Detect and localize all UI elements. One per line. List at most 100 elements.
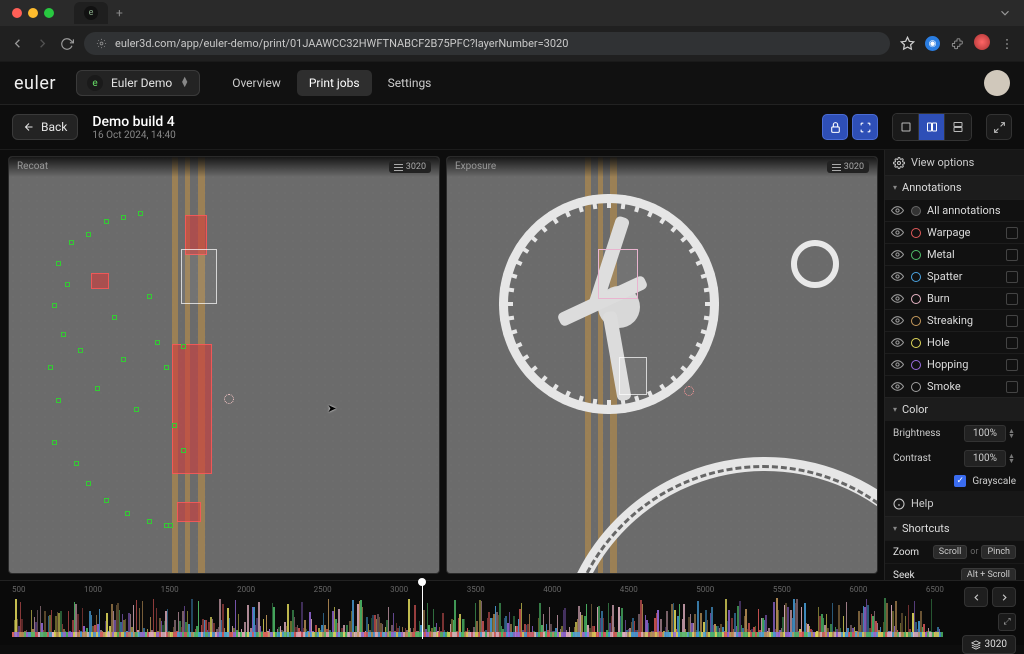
nav-settings[interactable]: Settings bbox=[376, 70, 444, 96]
shortcut-zoom: Zoom ScrollorPinch bbox=[885, 540, 1024, 563]
profile-icon[interactable] bbox=[974, 34, 990, 53]
annotation-row[interactable]: Metal bbox=[885, 243, 1024, 265]
swatch-icon bbox=[911, 272, 921, 282]
annotation-row[interactable]: Burn bbox=[885, 287, 1024, 309]
annotation-row[interactable]: Warpage bbox=[885, 221, 1024, 243]
exposure-view[interactable]: Exposure 3020 bbox=[446, 156, 878, 574]
annotation-row-all[interactable]: All annotations bbox=[885, 199, 1024, 221]
eye-icon[interactable] bbox=[891, 204, 905, 217]
annotation-label: Hole bbox=[927, 336, 1000, 349]
eye-icon[interactable] bbox=[891, 380, 905, 393]
bookmark-icon[interactable] bbox=[900, 36, 915, 51]
chevron-down-icon: ▾ bbox=[893, 405, 897, 414]
eye-icon[interactable] bbox=[891, 248, 905, 261]
chevron-down-icon[interactable] bbox=[986, 6, 1024, 20]
eye-icon[interactable] bbox=[891, 336, 905, 349]
maximize-window-icon[interactable] bbox=[44, 8, 54, 18]
swatch-icon bbox=[911, 294, 921, 304]
cursor-icon: ➤ bbox=[327, 402, 336, 415]
minimize-window-icon[interactable] bbox=[28, 8, 38, 18]
annotation-settings-button[interactable] bbox=[1006, 359, 1018, 371]
annotation-settings-button[interactable] bbox=[1006, 315, 1018, 327]
fullscreen-button[interactable] bbox=[986, 114, 1012, 140]
annotation-settings-button[interactable] bbox=[1006, 293, 1018, 305]
extension-icon[interactable]: ◉ bbox=[925, 36, 940, 51]
focus-button[interactable] bbox=[852, 114, 878, 140]
eye-icon[interactable] bbox=[891, 314, 905, 327]
app-logo: euler bbox=[14, 73, 56, 94]
site-info-icon bbox=[96, 38, 107, 49]
chevron-down-icon: ▾ bbox=[893, 183, 897, 192]
checkbox-checked-icon[interactable]: ✓ bbox=[954, 475, 966, 487]
timeline[interactable]: 5001000150020002500300035004000450050005… bbox=[0, 580, 1024, 645]
grayscale-row[interactable]: ✓ Grayscale bbox=[885, 471, 1024, 491]
contrast-stepper[interactable]: ▲▼ bbox=[1008, 454, 1016, 464]
swatch-icon bbox=[911, 338, 921, 348]
forward-icon[interactable] bbox=[35, 36, 50, 51]
back-icon[interactable] bbox=[10, 36, 25, 51]
prev-layer-button[interactable] bbox=[964, 587, 988, 607]
layout-split-button[interactable] bbox=[919, 114, 945, 140]
crosshair-icon bbox=[859, 121, 872, 134]
annotation-row[interactable]: Smoke bbox=[885, 375, 1024, 397]
extensions-icon[interactable] bbox=[950, 37, 964, 51]
timeline-fit-button[interactable]: ⤢ bbox=[998, 613, 1016, 631]
layout-stack-button[interactable] bbox=[945, 114, 971, 140]
back-button[interactable]: Back bbox=[12, 114, 78, 140]
annotation-label: Hopping bbox=[927, 358, 1000, 371]
annotation-label: Smoke bbox=[927, 380, 1000, 393]
annotation-settings-button[interactable] bbox=[1006, 271, 1018, 283]
eye-icon[interactable] bbox=[891, 358, 905, 371]
page-header: Back Demo build 4 16 Oct 2024, 14:40 bbox=[0, 105, 1024, 150]
menu-icon[interactable] bbox=[1000, 37, 1014, 51]
new-tab-button[interactable]: + bbox=[108, 6, 131, 20]
gear-icon bbox=[893, 157, 905, 169]
page-subtitle: 16 Oct 2024, 14:40 bbox=[92, 130, 175, 141]
brightness-stepper[interactable]: ▲▼ bbox=[1008, 429, 1016, 439]
brightness-label: Brightness bbox=[893, 428, 941, 439]
swatch-icon bbox=[911, 250, 921, 260]
nav-print-jobs[interactable]: Print jobs bbox=[297, 70, 372, 96]
annotation-row[interactable]: Hole bbox=[885, 331, 1024, 353]
recoat-layer-badge: 3020 bbox=[389, 161, 431, 173]
close-window-icon[interactable] bbox=[12, 8, 22, 18]
annotation-settings-button[interactable] bbox=[1006, 249, 1018, 261]
timeline-graph[interactable] bbox=[12, 597, 944, 637]
contrast-row: Contrast 100% ▲▼ bbox=[885, 446, 1024, 471]
playhead[interactable] bbox=[422, 581, 423, 639]
brightness-value[interactable]: 100% bbox=[964, 425, 1006, 442]
eye-icon[interactable] bbox=[891, 226, 905, 239]
annotation-settings-button[interactable] bbox=[1006, 337, 1018, 349]
shortcuts-toggle[interactable]: ▾Shortcuts bbox=[885, 516, 1024, 540]
current-layer-badge[interactable]: 3020 bbox=[962, 635, 1016, 654]
layout-single-button[interactable] bbox=[893, 114, 919, 140]
views-container: Recoat 3020 ➤ Exposure 3020 bbox=[0, 150, 884, 580]
workspace-selector[interactable]: e Euler Demo ▲▼ bbox=[76, 70, 200, 96]
eye-icon[interactable] bbox=[891, 270, 905, 283]
color-toggle[interactable]: ▾Color bbox=[885, 397, 1024, 421]
swatch-icon bbox=[911, 316, 921, 326]
address-bar[interactable]: euler3d.com/app/euler-demo/print/01JAAWC… bbox=[84, 32, 890, 55]
reload-icon[interactable] bbox=[60, 37, 74, 51]
app-bar: euler e Euler Demo ▲▼ Overview Print job… bbox=[0, 62, 1024, 105]
annotation-row[interactable]: Hopping bbox=[885, 353, 1024, 375]
avatar[interactable] bbox=[984, 70, 1010, 96]
annotation-settings-button[interactable] bbox=[1006, 227, 1018, 239]
annotations-toggle[interactable]: ▾Annotations bbox=[885, 175, 1024, 199]
lock-button[interactable] bbox=[822, 114, 848, 140]
eye-icon[interactable] bbox=[891, 292, 905, 305]
nav-overview[interactable]: Overview bbox=[220, 70, 293, 96]
annotation-label: Burn bbox=[927, 292, 1000, 305]
timeline-controls: ⤢ 3020 bbox=[962, 587, 1016, 654]
app-nav: Overview Print jobs Settings bbox=[220, 70, 443, 96]
annotation-settings-button[interactable] bbox=[1006, 381, 1018, 393]
annotation-row[interactable]: Streaking bbox=[885, 309, 1024, 331]
expand-icon bbox=[993, 121, 1006, 134]
contrast-value[interactable]: 100% bbox=[964, 450, 1006, 467]
browser-tab[interactable]: e bbox=[74, 2, 108, 24]
recoat-view[interactable]: Recoat 3020 ➤ bbox=[8, 156, 440, 574]
next-layer-button[interactable] bbox=[992, 587, 1016, 607]
workspace-name: Euler Demo bbox=[111, 76, 172, 90]
swatch-icon bbox=[911, 360, 921, 370]
annotation-row[interactable]: Spatter bbox=[885, 265, 1024, 287]
